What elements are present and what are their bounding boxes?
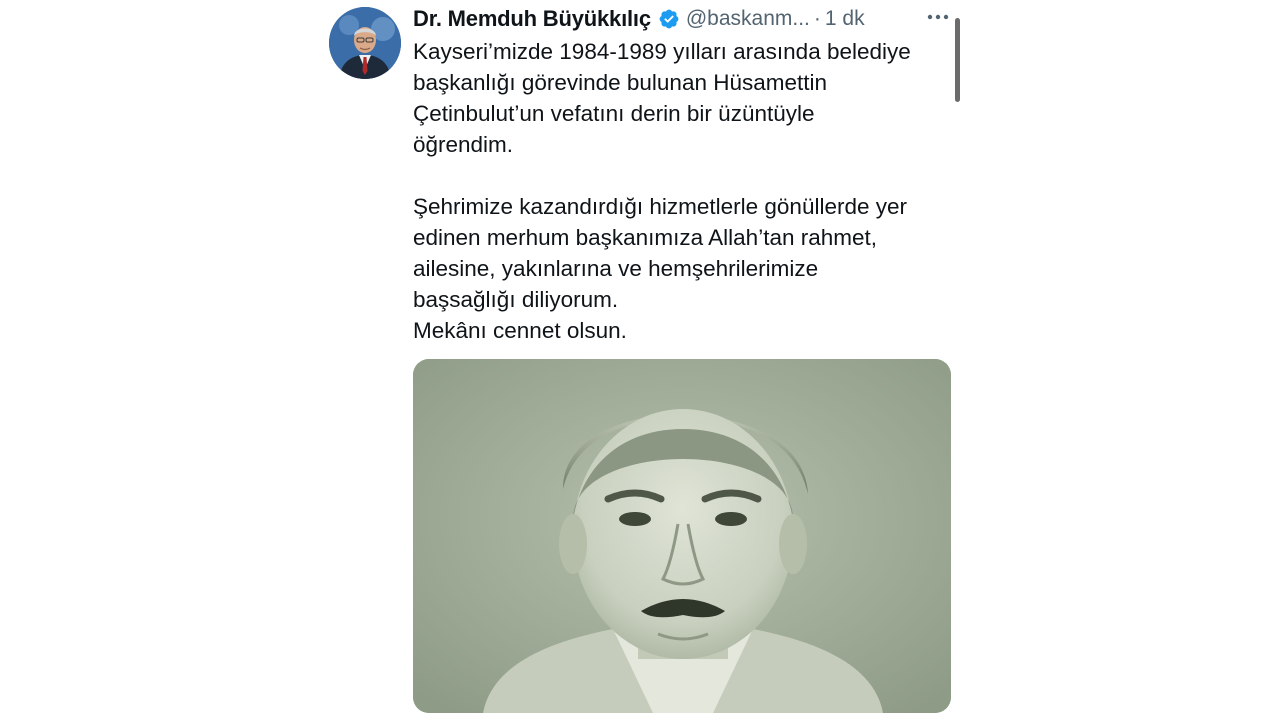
tweet-text-line: ailesine, yakınlarına ve hemşehrilerimiz… [413, 256, 819, 281]
tweet-text-line: başkanlığı görevinde bulunan Hüsamettin [413, 70, 828, 95]
portrait-photo [413, 359, 951, 713]
tweet-photo[interactable] [413, 359, 951, 713]
more-options-icon[interactable] [925, 6, 951, 28]
separator-dot: · [813, 7, 821, 30]
tweet-text-line: Şehrimize kazandırdığı hizmetlerle gönül… [413, 194, 907, 219]
tweet-timestamp[interactable]: 1 dk [825, 7, 865, 31]
avatar-portrait [329, 7, 401, 79]
tweet-text-line: edinen merhum başkanımıza Allah’tan rahm… [413, 225, 877, 250]
author-avatar[interactable] [329, 7, 401, 79]
verified-badge-icon [658, 8, 680, 30]
tweet-text-line: öğrendim. [413, 132, 514, 157]
tweet-text-line: Mekânı cennet olsun. [413, 318, 627, 343]
tweet-header: Dr. Memduh Büyükkılıç @baskanm... · 1 dk [413, 5, 958, 33]
author-handle[interactable]: @baskanm... [686, 7, 810, 31]
author-name[interactable]: Dr. Memduh Büyükkılıç [413, 6, 651, 32]
tweet-text-line: Kayseri’mizde 1984-1989 yılları arasında… [413, 39, 911, 64]
tweet-text-line: başsağlığı diliyorum. [413, 287, 619, 312]
tweet-text: Kayseri’mizde 1984-1989 yılları arasında… [413, 36, 958, 346]
tweet-view: Dr. Memduh Büyükkılıç @baskanm... · 1 dk… [0, 0, 1280, 720]
tweet-text-line: Çetinbulut’un vefatını derin bir üzüntüy… [413, 101, 815, 126]
